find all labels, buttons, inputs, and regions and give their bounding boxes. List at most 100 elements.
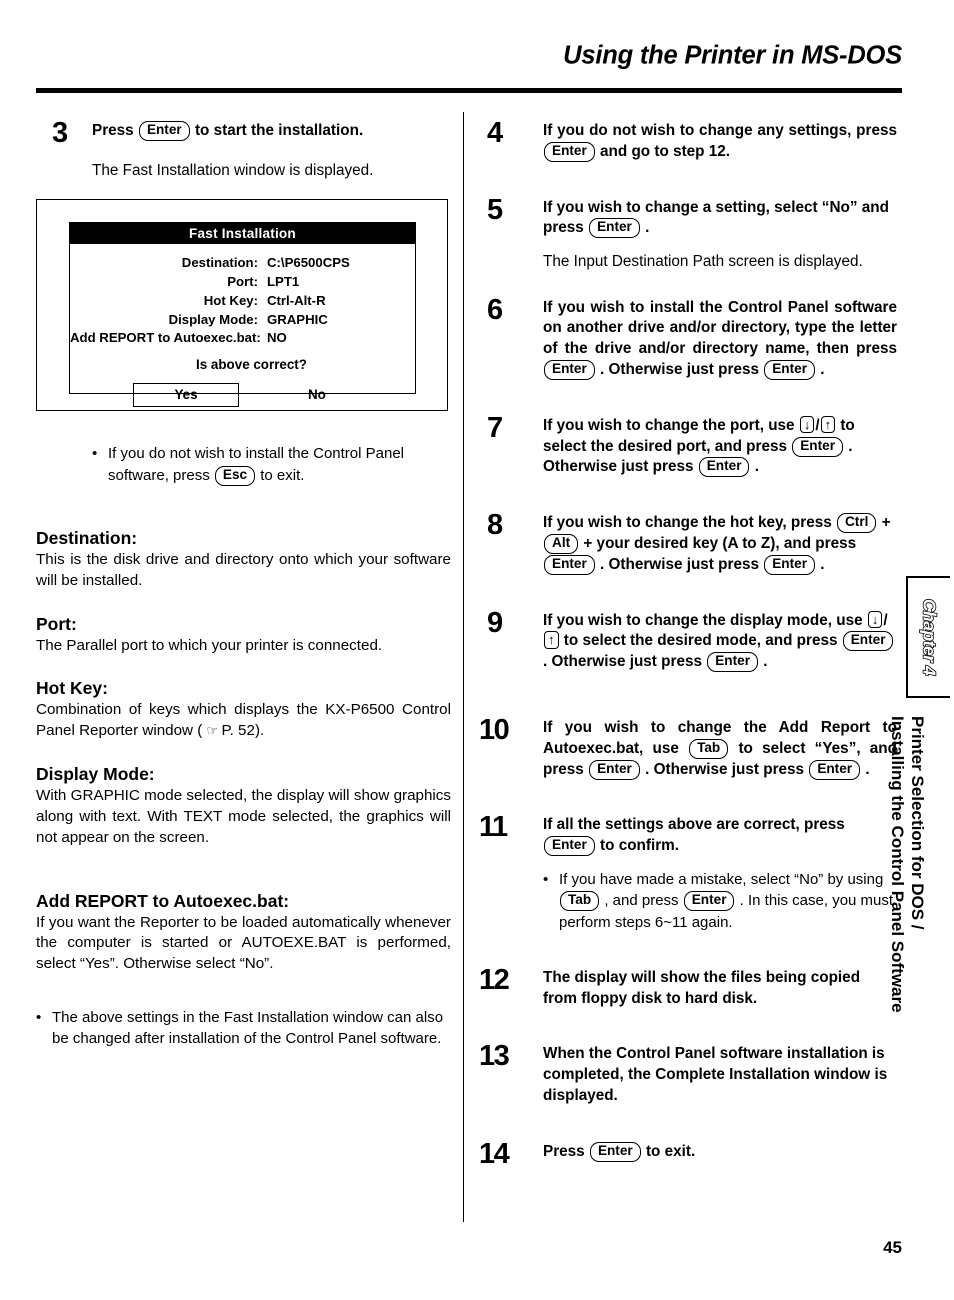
section-heading-add-report: Add REPORT to Autoexec.bat: [36, 890, 290, 911]
section-heading-port: Port: [36, 613, 77, 634]
step-3-number: 3 [52, 117, 68, 149]
step-8-part2: + your desired key (A to Z), and press [583, 534, 857, 552]
section-body-hot-key: Combination of keys which displays the K… [36, 700, 451, 742]
fast-installation-window: Fast Installation Destination: C:\P6500C… [69, 222, 416, 408]
section-body-display-mode: With GRAPHIC mode selected, the display … [36, 787, 451, 846]
arrow-down-key-icon: ↓ [867, 610, 883, 629]
step-3-text: Press Enter to start the installation. [92, 118, 451, 142]
fast-installation-buttons: Yes No [70, 383, 415, 409]
enter-key-cap: Enter [764, 554, 815, 575]
bullet-escape-note: • If you do not wish to install the Cont… [92, 443, 451, 486]
field-label-port: Port: [227, 274, 258, 290]
step-13: 13 When the Control Panel software insta… [479, 1041, 897, 1106]
section-body-hot-key-after: P. 52). [221, 722, 265, 740]
step-4-part2: and go to step 12. [600, 142, 731, 160]
step-9-part2: to select the desired mode, and press [563, 632, 838, 650]
step-10-part4: . [865, 760, 870, 778]
no-button[interactable]: No [308, 383, 326, 407]
step-14-number: 14 [479, 1137, 510, 1170]
bullet-mistake-part1: If you have made a mistake, select “No” … [559, 870, 884, 888]
chapter-side-text-inner: Printer Selection for DOS / Installing t… [887, 716, 927, 1013]
step-8-part3: . Otherwise just press [600, 555, 759, 573]
section-heading-hot-key: Hot Key: [36, 678, 108, 699]
enter-key-cap: Enter [589, 1141, 641, 1162]
enter-key-cap: Enter [138, 121, 190, 141]
bullet-settings-text: The above settings in the Fast Installat… [52, 1009, 444, 1048]
step-7-part1: If you wish to change the port, use [543, 416, 795, 434]
step-11: 11 If all the settings above are correct… [479, 812, 897, 857]
field-label-hot-key: Hot Key: [203, 292, 258, 308]
step-9-part1: If you wish to change the display mode, … [543, 611, 863, 629]
step-14: 14 Press Enter to exit. [479, 1139, 897, 1169]
step-10-part3: . Otherwise just press [645, 760, 805, 778]
alt-key-cap: Alt [544, 533, 579, 554]
step-8-number: 8 [487, 509, 503, 542]
yes-button[interactable]: Yes [133, 383, 239, 408]
section-heading-display-mode: Display Mode: [36, 764, 155, 785]
pointing-hand-icon: ☞ [206, 723, 219, 739]
step-12-text: The display will show the files being co… [543, 968, 861, 1007]
arrow-up-key-icon: ↑ [820, 415, 836, 434]
step-9: 9 If you wish to change the display mode… [487, 608, 897, 673]
section-hot-key: Hot Key: Combination of keys which displ… [36, 678, 451, 742]
field-value-display-mode: GRAPHIC [267, 311, 328, 327]
fast-installation-titlebar: Fast Installation [70, 223, 415, 245]
fast-installation-window-frame: Fast Installation Destination: C:\P6500C… [36, 199, 448, 412]
step-6-part3: . [820, 360, 825, 378]
page-title: Using the Printer in MS-DOS [563, 41, 902, 70]
chapter-side-line1: Printer Selection for DOS / [908, 716, 927, 930]
enter-key-cap: Enter [842, 631, 894, 652]
section-add-report: Add REPORT to Autoexec.bat: If you want … [36, 891, 451, 975]
step-6-number: 6 [487, 293, 503, 326]
step-12: 12 The display will show the files being… [479, 965, 897, 1010]
bullet-escape-text: If you do not wish to install the Contro… [108, 443, 451, 486]
enter-key-cap: Enter [589, 218, 640, 239]
step-12-number: 12 [479, 963, 510, 996]
left-column: 3 Press Enter to start the installation.… [36, 118, 451, 1050]
step-6-part2: . Otherwise just press [600, 360, 759, 378]
enter-key-cap: Enter [544, 836, 595, 857]
enter-key-cap: Enter [792, 436, 843, 457]
section-display-mode: Display Mode: With GRAPHIC mode selected… [36, 764, 451, 848]
step-9-number: 9 [487, 606, 503, 639]
step-8-plus1: + [881, 514, 891, 532]
enter-key-cap: Enter [809, 759, 861, 780]
arrow-down-key-icon: ↓ [799, 415, 815, 434]
step-11-text: If all the settings above are correct, p… [543, 812, 897, 857]
step-11-part1: If all the settings above are correct, p… [543, 816, 845, 834]
step-6-text: If you wish to install the Control Panel… [543, 295, 897, 381]
enter-key-cap: Enter [698, 457, 750, 478]
step-7-part4: . [754, 458, 759, 476]
enter-key-cap: Enter [544, 554, 595, 575]
section-port: Port: The Parallel port to which your pr… [36, 614, 451, 657]
field-label-add-report: Add REPORT to Autoexec.bat: [70, 330, 261, 346]
step-10-text: If you wish to change the Add Report to … [543, 715, 897, 780]
field-label-display-mode: Display Mode: [168, 311, 258, 327]
step-3: 3 Press Enter to start the installation. [36, 118, 451, 148]
field-value-destination: C:\P6500CPS [267, 255, 350, 271]
enter-key-cap: Enter [764, 359, 815, 380]
step-9-part3: . Otherwise just press [543, 653, 702, 671]
field-row-display-mode: Display Mode: GRAPHIC [70, 311, 415, 330]
step-5: 5 If you wish to change a setting, selec… [487, 195, 897, 240]
step-5-text: If you wish to change a setting, select … [543, 195, 897, 240]
chapter-tab-label: Chapter 4 [919, 598, 941, 676]
fast-installation-question: Is above correct? [196, 357, 307, 373]
enter-key-cap: Enter [707, 652, 758, 673]
step-9-text: If you wish to change the display mode, … [543, 608, 897, 673]
field-value-port: LPT1 [267, 274, 300, 290]
bullet-escape-text-after: to exit. [260, 466, 305, 484]
field-row-hot-key: Hot Key: Ctrl-Alt-R [70, 292, 415, 311]
bullet-dot-icon: • [36, 1009, 42, 1027]
step-7-sep: / [815, 416, 820, 434]
bullet-mistake-part2: , and press [604, 892, 679, 910]
bullet-mistake-text: If you have made a mistake, select “No” … [559, 869, 897, 933]
header-divider-rule [36, 88, 902, 93]
section-body-add-report: If you want the Reporter to be loaded au… [36, 913, 451, 973]
field-value-add-report: NO [267, 330, 287, 346]
step-4-text: If you do not wish to change any setting… [543, 118, 897, 163]
arrow-up-key-icon: ↑ [544, 631, 559, 649]
section-body-port: The Parallel port to which your printer … [36, 636, 383, 654]
step-11-number: 11 [479, 811, 508, 844]
enter-key-cap: Enter [683, 891, 735, 912]
